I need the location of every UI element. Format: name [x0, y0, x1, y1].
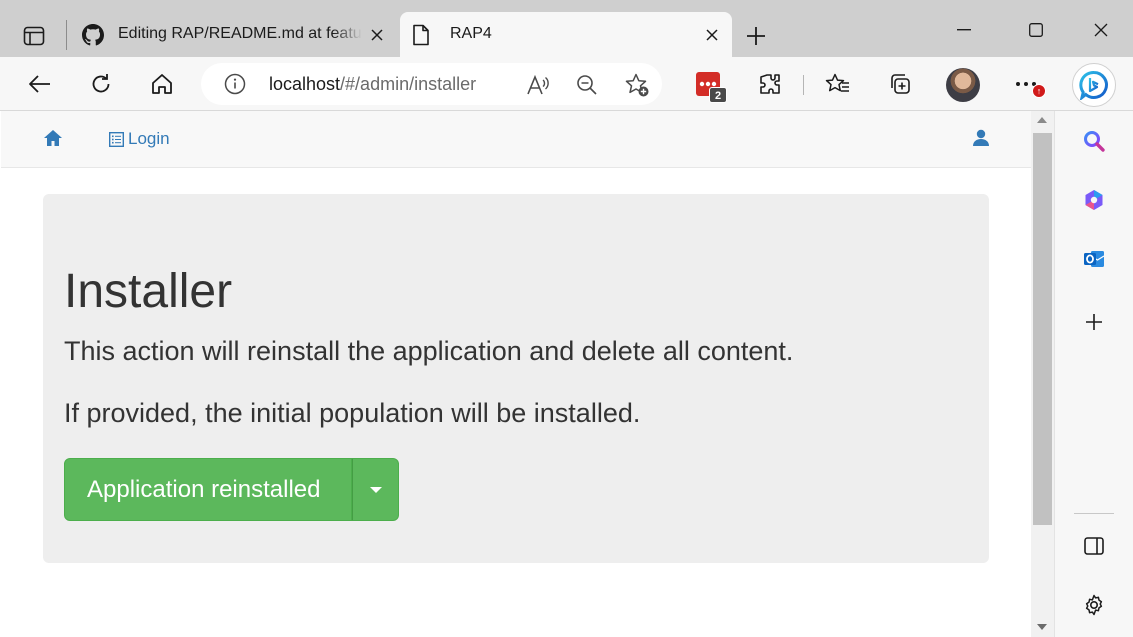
zoom-out-icon[interactable] [574, 72, 600, 98]
page-icon [410, 24, 432, 46]
favorites-icon[interactable] [821, 67, 855, 101]
url-path: /#/admin/installer [340, 74, 477, 94]
tab-separator [66, 20, 67, 50]
sidebar-divider [1074, 513, 1114, 514]
address-bar[interactable]: localhost/#/admin/installer [201, 63, 662, 105]
site-info-icon[interactable] [223, 72, 247, 96]
page-scrollbar[interactable] [1031, 111, 1054, 637]
back-icon[interactable] [23, 67, 57, 101]
tab-actions-icon[interactable] [20, 22, 48, 50]
page-title: Installer [64, 265, 233, 318]
profile-avatar[interactable] [946, 68, 980, 102]
extensions-icon[interactable] [753, 67, 787, 101]
read-aloud-icon[interactable] [525, 72, 551, 98]
github-icon [82, 24, 104, 46]
minimize-icon[interactable] [946, 16, 982, 44]
browser-toolbar: localhost/#/admin/installer 2 ↑ [0, 57, 1133, 111]
toolbar-divider [803, 75, 804, 95]
url-text[interactable]: localhost/#/admin/installer [269, 74, 476, 95]
population-note: If provided, the initial population will… [64, 398, 641, 428]
tab-github-readme[interactable]: Editing RAP/README.md at feature [72, 12, 397, 57]
add-favorite-icon[interactable] [624, 72, 650, 98]
tab-title: RAP4 [450, 25, 492, 42]
tab-strip: Editing RAP/README.md at feature RAP4 [0, 0, 1133, 57]
login-link[interactable]: Login [108, 129, 170, 149]
update-available-icon: ↑ [1032, 84, 1046, 98]
refresh-icon[interactable] [84, 67, 118, 101]
edge-sidebar [1054, 111, 1133, 637]
close-tab-icon[interactable] [367, 25, 387, 45]
add-icon[interactable] [1079, 307, 1109, 337]
sidebar-toggle-icon[interactable] [1079, 531, 1109, 561]
copilot-icon[interactable] [1079, 185, 1109, 215]
lastpass-extension-icon[interactable]: 2 [693, 69, 727, 103]
app-navbar: Login [1, 111, 1031, 168]
caret-down-icon [369, 486, 382, 493]
home-icon[interactable] [145, 67, 179, 101]
maximize-icon[interactable] [1018, 16, 1054, 44]
dropdown-toggle[interactable] [352, 458, 399, 521]
warning-text: This action will reinstall the applicati… [64, 336, 794, 366]
close-tab-icon[interactable] [702, 25, 722, 45]
tab-rap4[interactable]: RAP4 [400, 12, 732, 57]
outlook-icon[interactable] [1079, 244, 1109, 274]
bing-chat-icon[interactable] [1072, 63, 1116, 107]
tab-title: Editing RAP/README.md at feature [118, 25, 362, 42]
home-nav-icon[interactable] [42, 128, 64, 148]
reinstall-button[interactable]: Application reinstalled [64, 458, 352, 521]
login-label: Login [128, 129, 170, 148]
url-host: localhost [269, 74, 341, 94]
scroll-down-icon[interactable] [1037, 624, 1047, 630]
extension-badge: 2 [709, 87, 727, 103]
user-icon[interactable] [970, 128, 992, 148]
window-close-icon[interactable] [1083, 16, 1119, 44]
scroll-thumb[interactable] [1033, 133, 1052, 525]
search-icon[interactable] [1079, 126, 1109, 156]
settings-icon[interactable] [1079, 590, 1109, 620]
new-tab-icon[interactable] [742, 22, 770, 50]
list-alt-icon [108, 131, 124, 147]
collections-icon[interactable] [883, 67, 917, 101]
page-viewport: Login Installer This action will reinsta… [1, 111, 1031, 637]
reinstall-button-group: Application reinstalled [64, 458, 399, 521]
installer-panel: Installer This action will reinstall the… [43, 194, 989, 563]
scroll-up-icon[interactable] [1037, 117, 1047, 123]
